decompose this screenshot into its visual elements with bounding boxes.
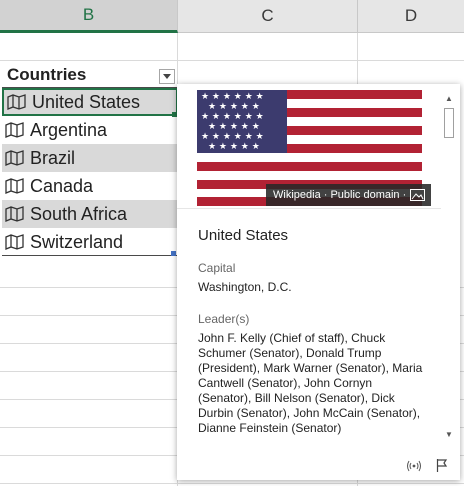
map-icon[interactable] xyxy=(5,150,24,166)
scroll-down-arrow-icon[interactable]: ▼ xyxy=(441,426,457,442)
attribution-text: Wikipedia · Public domain · xyxy=(273,189,407,201)
table-row[interactable]: Switzerland xyxy=(2,228,178,256)
svg-text:★ ★ ★ ★ ★ ★: ★ ★ ★ ★ ★ ★ xyxy=(201,112,264,122)
grid-line xyxy=(0,483,464,484)
map-icon[interactable] xyxy=(5,206,24,222)
column-b-label: B xyxy=(82,5,95,24)
map-icon[interactable] xyxy=(5,122,24,138)
table-header-cell[interactable]: Countries xyxy=(2,60,178,88)
table-bottom-border xyxy=(2,255,178,256)
country-name: Argentina xyxy=(30,119,108,140)
country-name: Switzerland xyxy=(30,231,124,252)
svg-text:★ ★ ★ ★ ★: ★ ★ ★ ★ ★ xyxy=(208,142,260,152)
table-row[interactable]: Argentina xyxy=(2,116,178,144)
country-name: Canada xyxy=(30,175,94,196)
field-value-leaders: John F. Kelly (Chief of staff), Chuck Sc… xyxy=(198,331,423,435)
table-row[interactable]: Brazil xyxy=(2,144,178,172)
filter-dropdown-button[interactable] xyxy=(159,69,175,84)
table-row[interactable]: United States xyxy=(2,88,178,116)
svg-text:★ ★ ★ ★ ★ ★: ★ ★ ★ ★ ★ ★ xyxy=(201,132,264,142)
card-scrollbar[interactable]: ▲ ▼ xyxy=(441,90,457,442)
country-name: South Africa xyxy=(30,203,128,224)
card-title: United States xyxy=(198,227,289,244)
field-value-capital: Washington, D.C. xyxy=(198,280,292,294)
table-row[interactable]: Canada xyxy=(2,172,178,200)
country-name: United States xyxy=(32,91,141,112)
map-icon[interactable] xyxy=(5,178,24,194)
map-icon[interactable] xyxy=(5,234,24,250)
column-c-label: C xyxy=(261,6,274,25)
column-header-c[interactable]: C xyxy=(178,0,358,33)
card-divider xyxy=(177,208,441,209)
column-header-b[interactable]: B xyxy=(0,0,178,33)
data-type-card[interactable]: ★ ★ ★ ★ ★ ★ ★ ★ ★ ★ ★ ★ ★ ★ ★ ★ ★ ★ ★ ★ … xyxy=(177,84,460,480)
svg-text:★ ★ ★ ★ ★ ★: ★ ★ ★ ★ ★ ★ xyxy=(201,92,264,102)
svg-text:★ ★ ★ ★ ★: ★ ★ ★ ★ ★ xyxy=(208,102,260,112)
table-row[interactable]: South Africa xyxy=(2,200,178,228)
column-d-label: D xyxy=(404,6,418,25)
wireless-icon[interactable] xyxy=(406,460,422,472)
map-icon[interactable] xyxy=(7,94,26,110)
dropdown-arrow-icon xyxy=(163,74,171,79)
card-footer xyxy=(406,459,448,472)
flag-icon[interactable] xyxy=(436,459,448,472)
image-icon[interactable] xyxy=(410,189,426,201)
scroll-up-arrow-icon[interactable]: ▲ xyxy=(441,90,457,106)
image-attribution[interactable]: Wikipedia · Public domain · xyxy=(266,184,432,206)
table-resize-handle[interactable] xyxy=(171,251,176,256)
svg-text:★ ★ ★ ★ ★: ★ ★ ★ ★ ★ xyxy=(208,122,260,132)
field-label-capital: Capital xyxy=(198,261,236,275)
column-header-d[interactable]: D xyxy=(358,0,464,33)
table-header-label: Countries xyxy=(7,65,87,84)
field-label-leaders: Leader(s) xyxy=(198,312,250,326)
country-name: Brazil xyxy=(30,147,76,168)
scroll-thumb[interactable] xyxy=(444,108,454,138)
